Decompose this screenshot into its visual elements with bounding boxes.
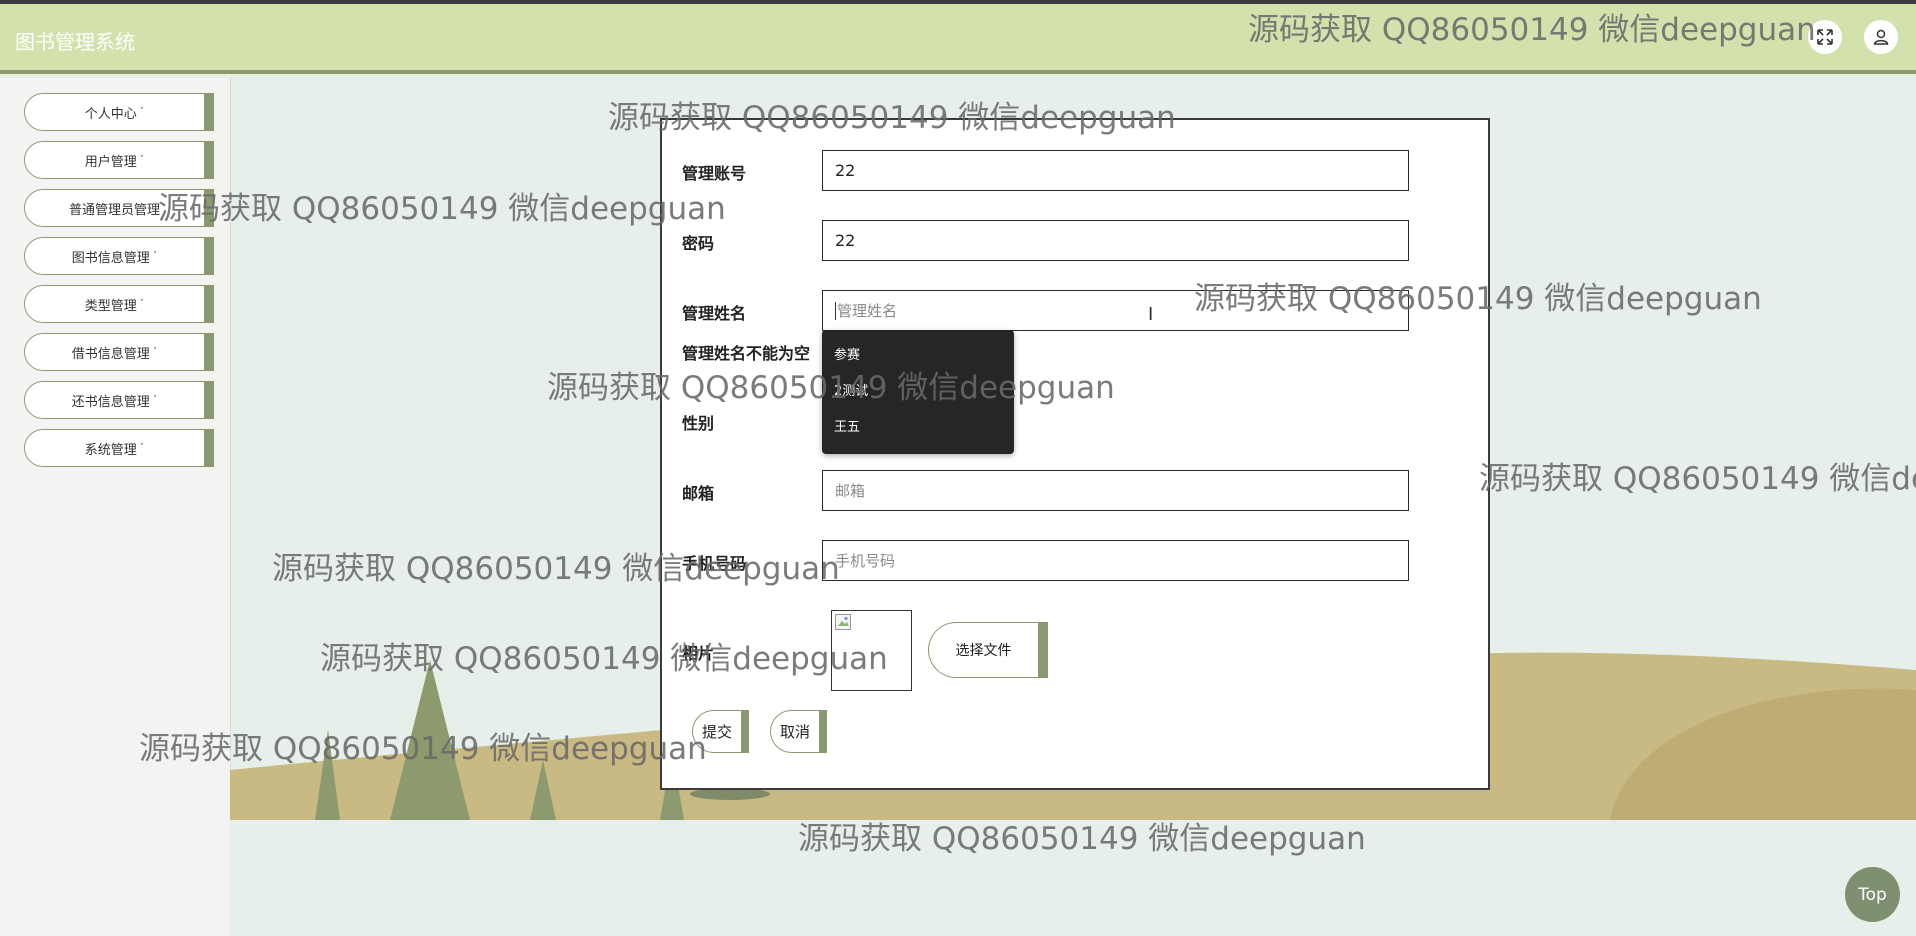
user-icon xyxy=(1873,29,1889,45)
photo-label: 相片 xyxy=(682,644,715,663)
sidebar-item-label: 个人中心 xyxy=(84,106,137,122)
gender-label: 性别 xyxy=(682,414,715,433)
photo-preview xyxy=(831,610,912,691)
name-placeholder: 管理姓名 xyxy=(837,302,898,320)
phone-placeholder: 手机号码 xyxy=(835,552,896,570)
email-label: 邮箱 xyxy=(682,484,715,503)
sidebar-item-admin-management[interactable]: 普通管理员管理 xyxy=(24,189,214,227)
expand-icon xyxy=(1817,29,1833,45)
phone-label: 手机号码 xyxy=(682,554,747,573)
submit-button[interactable]: 提交 xyxy=(692,710,749,753)
sidebar-item-label: 图书信息管理 xyxy=(71,250,150,266)
watermark-text: 源码获取 QQ86050149 微信deepguan xyxy=(1479,461,1916,497)
phone-input[interactable]: 手机号码 xyxy=(822,540,1409,581)
name-error-message: 管理姓名不能为空 xyxy=(682,344,811,363)
sidebar-item-label: 还书信息管理 xyxy=(71,394,150,410)
back-to-top-button[interactable]: Top xyxy=(1845,867,1900,922)
chevron-down-icon: ˅ xyxy=(139,443,145,453)
sidebar-item-user-management[interactable]: 用户管理 ˅ xyxy=(24,141,214,179)
email-input[interactable]: 邮箱 xyxy=(822,470,1409,511)
chevron-down-icon: ˅ xyxy=(139,155,145,165)
chevron-down-icon: ˅ xyxy=(152,347,158,357)
password-value: 22 xyxy=(835,231,856,250)
app-header: 图书管理系统 xyxy=(0,4,1916,74)
password-input[interactable]: 22 xyxy=(822,220,1409,261)
account-label: 管理账号 xyxy=(682,164,747,183)
name-label: 管理姓名 xyxy=(682,304,747,323)
autocomplete-option[interactable]: 参赛 xyxy=(834,344,860,363)
app-title: 图书管理系统 xyxy=(15,30,135,54)
autocomplete-option[interactable]: 王五 xyxy=(834,416,860,435)
cancel-button[interactable]: 取消 xyxy=(770,710,827,753)
broken-image-icon xyxy=(835,614,851,630)
sidebar-item-label: 普通管理员管理 xyxy=(68,202,160,218)
chevron-down-icon: ˅ xyxy=(139,299,145,309)
user-button[interactable] xyxy=(1864,20,1898,54)
password-label: 密码 xyxy=(682,234,715,253)
sidebar-item-book-management[interactable]: 图书信息管理 ˅ xyxy=(24,237,214,275)
watermark-text: 源码获取 QQ86050149 微信deepguan xyxy=(158,191,726,227)
sidebar-item-label: 类型管理 xyxy=(84,298,137,314)
email-placeholder: 邮箱 xyxy=(835,482,866,500)
text-caret xyxy=(835,301,836,320)
add-admin-dialog: 管理账号 22 密码 22 管理姓名 管理姓名 管理姓名不能为空 性别 邮箱 邮… xyxy=(660,118,1490,790)
sidebar: 个人中心 ˅ 用户管理 ˅ 普通管理员管理 图书信息管理 ˅ 类型管理 ˅ 借书信息管理… xyxy=(0,78,231,936)
sidebar-item-personal-center[interactable]: 个人中心 ˅ xyxy=(24,93,214,131)
chevron-down-icon: ˅ xyxy=(152,395,158,405)
sidebar-item-label: 用户管理 xyxy=(84,154,137,170)
fullscreen-button[interactable] xyxy=(1808,20,1842,54)
account-value: 22 xyxy=(835,161,856,180)
chevron-down-icon: ˅ xyxy=(139,107,145,117)
name-input[interactable]: 管理姓名 xyxy=(822,290,1409,331)
sidebar-item-system-management[interactable]: 系统管理 ˅ xyxy=(24,429,214,467)
sidebar-item-borrow-management[interactable]: 借书信息管理 ˅ xyxy=(24,333,214,371)
autocomplete-option[interactable]: 2测试 xyxy=(834,380,868,399)
mouse-ibeam-cursor: I xyxy=(1148,304,1154,325)
account-input[interactable]: 22 xyxy=(822,150,1409,191)
sidebar-item-label: 借书信息管理 xyxy=(71,346,150,362)
sidebar-item-type-management[interactable]: 类型管理 ˅ xyxy=(24,285,214,323)
sidebar-item-label: 系统管理 xyxy=(84,442,137,458)
chevron-down-icon: ˅ xyxy=(152,251,158,261)
main-bottom-area xyxy=(230,820,1916,936)
choose-file-button[interactable]: 选择文件 xyxy=(928,622,1048,678)
autocomplete-dropdown: 参赛 2测试 王五 xyxy=(822,330,1014,454)
sidebar-item-return-management[interactable]: 还书信息管理 ˅ xyxy=(24,381,214,419)
